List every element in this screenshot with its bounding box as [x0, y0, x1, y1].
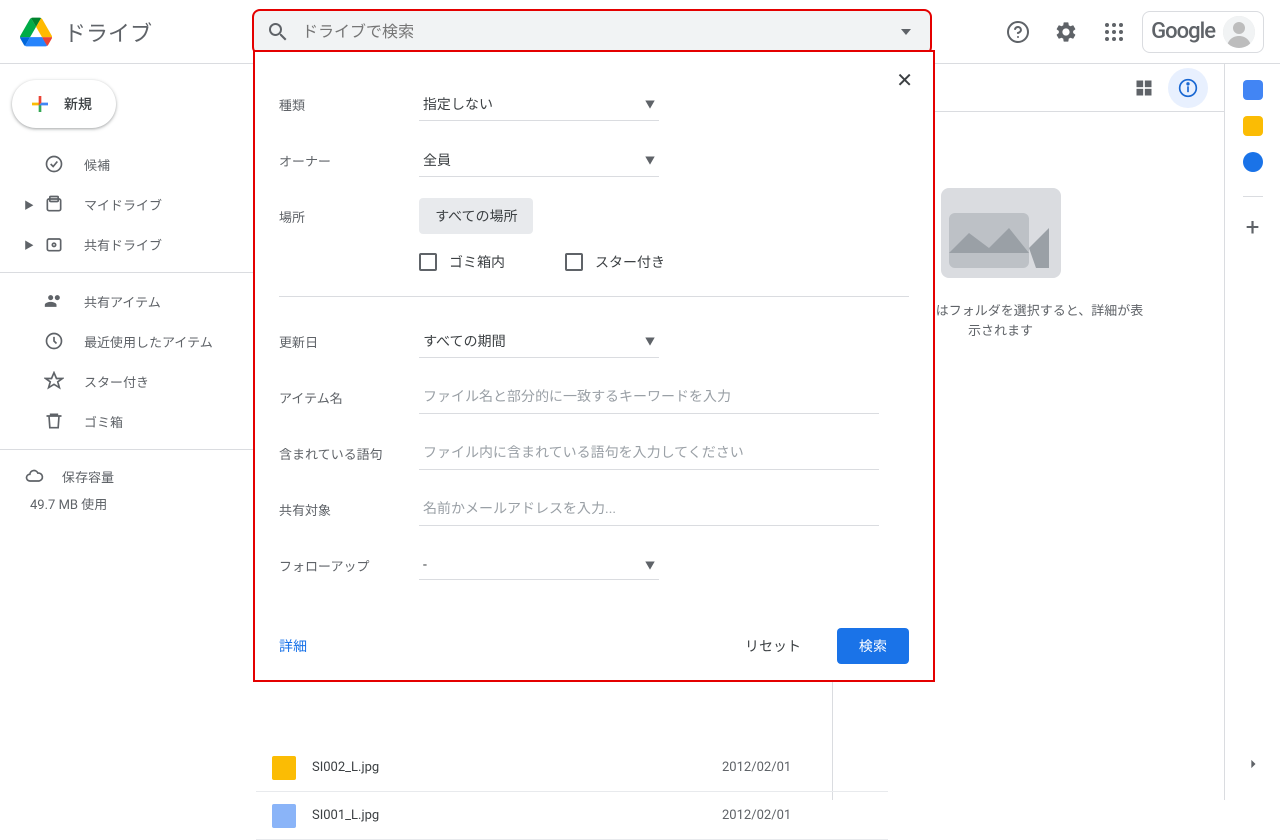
clock-icon [42, 331, 66, 351]
chevron-down-icon: ▼ [645, 333, 655, 348]
account-switcher[interactable]: Google [1142, 11, 1264, 53]
logo-area[interactable]: ドライブ [16, 12, 252, 52]
followup-select[interactable]: -▼ [419, 551, 659, 580]
itemname-input[interactable] [419, 381, 879, 414]
sidebar-item-starred[interactable]: スター付き [0, 361, 256, 401]
sidebar-item-label: 共有アイテム [84, 292, 161, 311]
storage-section[interactable]: 保存容量 49.7 MB 使用 [0, 458, 256, 521]
help-icon[interactable] [998, 12, 1038, 52]
location-label: 場所 [279, 207, 419, 226]
file-date: 2012/02/01 [722, 808, 872, 823]
file-name: SI001_L.jpg [312, 808, 722, 823]
reset-button[interactable]: リセット [725, 628, 821, 664]
sidebar-item-label: ゴミ箱 [84, 412, 123, 431]
keep-icon[interactable] [1243, 116, 1263, 136]
chevron-down-icon: ▼ [645, 152, 655, 167]
grid-view-icon[interactable] [1124, 68, 1164, 108]
type-label: 種類 [279, 95, 419, 114]
type-select[interactable]: 指定しない▼ [419, 88, 659, 121]
sidebar-item-label: 共有ドライブ [84, 235, 162, 254]
sidebar-item-label: スター付き [84, 372, 149, 391]
trash-icon [42, 411, 66, 431]
mydrive-icon [42, 194, 66, 214]
sidebar-item-shared[interactable]: 共有アイテム [0, 281, 256, 321]
search-icon[interactable] [254, 20, 302, 44]
details-link[interactable]: 詳細 [279, 636, 307, 656]
shared-input[interactable] [419, 493, 879, 526]
sidebar-item-suggestions[interactable]: 候補 [0, 144, 256, 184]
chevron-right-icon[interactable]: ▶ [24, 237, 36, 252]
chevron-right-icon[interactable]: ▶ [24, 197, 36, 212]
chevron-down-icon: ▼ [645, 557, 655, 572]
info-icon[interactable] [1168, 68, 1208, 108]
storage-label: 保存容量 [62, 467, 114, 486]
cloud-icon [24, 466, 44, 486]
modified-select[interactable]: すべての期間▼ [419, 325, 659, 358]
sidebar-item-mydrive[interactable]: ▶ マイドライブ [0, 184, 256, 224]
new-button[interactable]: 新規 [12, 80, 116, 128]
itemname-label: アイテム名 [279, 388, 419, 407]
sidebar-item-label: マイドライブ [84, 195, 162, 214]
tasks-icon[interactable] [1243, 152, 1263, 172]
file-date: 2012/02/01 [722, 760, 872, 775]
shared-label: 共有対象 [279, 500, 419, 519]
sidebar-item-trash[interactable]: ゴミ箱 [0, 401, 256, 441]
close-icon[interactable]: ✕ [896, 68, 913, 92]
owner-label: オーナー [279, 151, 419, 170]
header-actions: Google [998, 11, 1264, 53]
calendar-icon[interactable] [1243, 80, 1263, 100]
addons-plus-icon[interactable]: + [1246, 213, 1260, 241]
details-placeholder-icon [941, 188, 1061, 278]
shareddrives-icon [42, 234, 66, 254]
side-rail: + [1224, 64, 1280, 800]
advanced-search-panel: ✕ 種類 指定しない▼ オーナー 全員▼ 場所 すべての場所 ゴミ箱内 スター付… [253, 50, 935, 682]
file-thumb-icon [272, 804, 296, 828]
sidebar-item-label: 最近使用したアイテム [84, 332, 213, 351]
followup-label: フォローアップ [279, 556, 419, 575]
search-bar [252, 9, 932, 55]
drive-logo-icon [16, 12, 56, 52]
file-name: SI002_L.jpg [312, 760, 722, 775]
chevron-down-icon: ▼ [645, 96, 655, 111]
people-icon [42, 291, 66, 311]
checkbox-icon [419, 253, 437, 271]
search-options-dropdown[interactable] [882, 29, 930, 35]
trash-checkbox[interactable]: ゴミ箱内 [419, 252, 505, 272]
settings-icon[interactable] [1046, 12, 1086, 52]
plus-icon [28, 92, 52, 116]
collapse-rail-icon[interactable] [1233, 744, 1273, 784]
search-input[interactable] [302, 22, 882, 41]
file-row[interactable]: SI001_L.jpg 2012/02/01 [256, 792, 888, 840]
file-thumb-icon [272, 756, 296, 780]
checkbox-icon [565, 253, 583, 271]
apps-icon[interactable] [1094, 12, 1134, 52]
app-title: ドライブ [64, 16, 152, 48]
modified-label: 更新日 [279, 332, 419, 351]
check-square-icon [42, 154, 66, 174]
words-input[interactable] [419, 437, 879, 470]
sidebar: 新規 候補 ▶ マイドライブ ▶ 共有ドライブ 共有アイテム 最近使用したアイテ… [0, 64, 256, 800]
sidebar-item-label: 候補 [84, 155, 110, 174]
star-icon [42, 371, 66, 391]
sidebar-item-recent[interactable]: 最近使用したアイテム [0, 321, 256, 361]
sidebar-item-shareddrives[interactable]: ▶ 共有ドライブ [0, 224, 256, 264]
starred-checkbox[interactable]: スター付き [565, 252, 665, 272]
file-list: SI002_L.jpg 2012/02/01 SI001_L.jpg 2012/… [256, 744, 888, 840]
storage-usage: 49.7 MB 使用 [30, 494, 232, 513]
owner-select[interactable]: 全員▼ [419, 144, 659, 177]
words-label: 含まれている語句 [279, 444, 419, 463]
file-row[interactable]: SI002_L.jpg 2012/02/01 [256, 744, 888, 792]
google-logo-text: Google [1151, 19, 1215, 44]
new-button-label: 新規 [64, 94, 92, 114]
search-button[interactable]: 検索 [837, 628, 909, 664]
location-chip[interactable]: すべての場所 [419, 198, 533, 234]
avatar [1223, 16, 1255, 48]
